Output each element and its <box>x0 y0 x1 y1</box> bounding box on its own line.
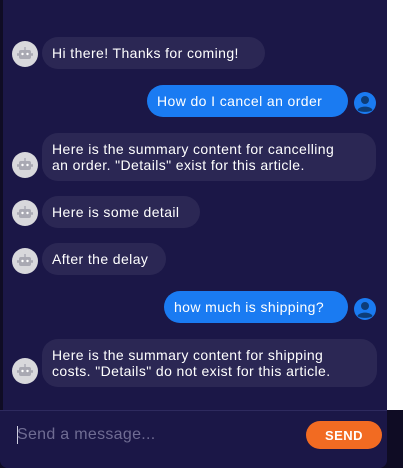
bot-message: After the delay <box>42 243 166 275</box>
user-icon <box>354 92 376 114</box>
message-text: After the delay <box>52 251 149 267</box>
bot-message: Here is some detail <box>42 196 200 228</box>
message-text-line: costs. "Details" do not exist for this a… <box>52 363 331 379</box>
robot-icon <box>17 364 33 376</box>
message-text: How do I cancel an order <box>157 93 323 109</box>
message-text-line: Here is the summary content for shipping <box>52 347 324 363</box>
robot-icon <box>17 206 33 218</box>
send-button[interactable]: SEND <box>306 421 382 449</box>
message-text: Here is some detail <box>52 204 180 220</box>
message-input[interactable] <box>17 424 287 446</box>
message-text: Hi there! Thanks for coming! <box>52 45 239 61</box>
bot-avatar <box>12 152 38 178</box>
chat-window: Hi there! Thanks for coming! How do I ca… <box>0 0 387 468</box>
robot-icon <box>17 158 33 170</box>
robot-icon <box>17 47 33 59</box>
bot-avatar <box>12 248 38 274</box>
bot-message: Hi there! Thanks for coming! <box>42 37 265 69</box>
user-message: How do I cancel an order <box>147 85 348 117</box>
message-text: how much is shipping? <box>174 299 325 315</box>
bot-avatar <box>12 41 38 67</box>
message-text-line: an order. "Details" exist for this artic… <box>52 157 305 173</box>
bot-avatar <box>12 358 38 384</box>
user-message: how much is shipping? <box>164 291 348 323</box>
bot-message: Here is the summary content for cancelli… <box>42 133 376 181</box>
window-edge <box>0 0 3 410</box>
bot-avatar <box>12 200 38 226</box>
scrollbar-track[interactable] <box>387 0 403 410</box>
robot-icon <box>17 254 33 266</box>
window-edge <box>387 410 403 468</box>
user-icon <box>354 298 376 320</box>
bot-message: Here is the summary content for shipping… <box>42 339 377 387</box>
message-text-line: Here is the summary content for cancelli… <box>52 141 335 157</box>
